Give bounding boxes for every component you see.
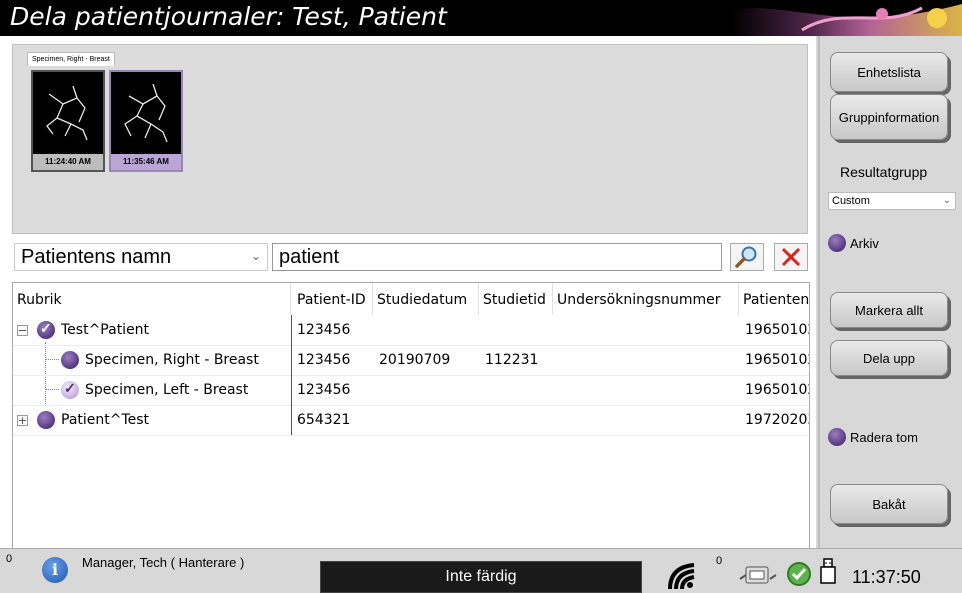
enhetslista-button[interactable]: Enhetslista xyxy=(830,52,948,92)
table-header: Rubrik Patient-ID Studiedatum Studietid … xyxy=(13,283,809,315)
window-title: Dela patientjournaler: Test, Patient xyxy=(10,2,447,31)
gruppinformation-button[interactable]: Gruppinformation xyxy=(830,94,948,140)
cell-patient-id: 123456 xyxy=(297,322,351,338)
clock: 11:37:50 xyxy=(852,567,921,587)
cell-patient-id: 123456 xyxy=(297,352,351,368)
radera-tom-label: Radera tom xyxy=(850,429,918,445)
title-decoration-image xyxy=(732,4,962,36)
thumbnail-time: 11:24:40 AM xyxy=(33,154,103,170)
specimen-xray-image xyxy=(46,85,88,141)
status-progress: Inte färdig xyxy=(320,561,642,593)
collapse-icon[interactable]: − xyxy=(17,325,28,336)
table-row[interactable]: Specimen, Left - Breast 123456 19650102 xyxy=(13,375,809,406)
patient-table: Rubrik Patient-ID Studiedatum Studietid … xyxy=(12,282,810,582)
cell-fodelsedatum: 19650102 xyxy=(745,382,810,398)
right-count: 0 xyxy=(716,555,723,567)
search-field-select-value: Patientens namn xyxy=(21,246,172,268)
selected-checkmark-icon[interactable] xyxy=(37,320,55,339)
clear-search-button[interactable] xyxy=(774,243,808,271)
cell-rubrik: Specimen, Left - Breast xyxy=(85,382,249,398)
current-user: Manager, Tech ( Hanterare ) xyxy=(82,555,245,570)
resultatgrupp-label: Resultatgrupp xyxy=(840,164,928,180)
column-divider xyxy=(291,315,292,435)
column-header-rubrik[interactable]: Rubrik xyxy=(13,283,291,315)
column-header-patientens[interactable]: Patientens xyxy=(739,283,809,315)
resultatgrupp-select[interactable]: Custom ⌄ xyxy=(828,192,956,210)
search-row: Patientens namn ⌄ xyxy=(14,243,810,273)
search-input[interactable] xyxy=(272,243,722,271)
specimen-xray-image xyxy=(124,83,168,143)
chevron-down-icon: ⌄ xyxy=(942,195,951,206)
bakat-button[interactable]: Bakåt xyxy=(830,484,948,524)
thumbnail-image-1[interactable]: 11:24:40 AM xyxy=(31,70,105,172)
column-header-studietid[interactable]: Studietid xyxy=(479,283,553,315)
status-bar: 0 i Manager, Tech ( Hanterare ) Inte fär… xyxy=(0,548,962,593)
usb-icon[interactable] xyxy=(818,557,838,587)
cell-fodelsedatum: 19720203 xyxy=(745,412,810,428)
table-row[interactable]: Specimen, Right - Breast 123456 20190709… xyxy=(13,345,809,376)
radio-circle-icon xyxy=(828,428,846,446)
column-header-studiedatum[interactable]: Studiedatum xyxy=(373,283,479,315)
cell-fodelsedatum: 19650102 xyxy=(745,322,810,338)
wireless-icon[interactable] xyxy=(664,559,704,591)
table-row[interactable]: − Test^Patient 123456 19650102 xyxy=(13,315,809,346)
column-header-patient-id[interactable]: Patient-ID xyxy=(291,283,373,315)
cell-fodelsedatum: 19650102 xyxy=(745,352,810,368)
unselected-circle-icon[interactable] xyxy=(61,351,79,369)
cell-patient-id: 654321 xyxy=(297,412,351,428)
search-field-select[interactable]: Patientens namn ⌄ xyxy=(14,243,268,271)
status-ok-icon[interactable] xyxy=(786,561,812,587)
info-icon[interactable]: i xyxy=(42,557,68,583)
title-bar: Dela patientjournaler: Test, Patient xyxy=(0,0,962,36)
unselected-circle-icon[interactable] xyxy=(37,411,55,429)
cell-patient-id: 123456 xyxy=(297,382,351,398)
thumbnail-strip: Specimen, Right - Breast 11:24:40 AM 11:… xyxy=(12,44,808,234)
thumbnail-time: 11:35:46 AM xyxy=(111,154,181,170)
cell-rubrik: Patient^Test xyxy=(61,412,150,428)
arkiv-toggle[interactable]: Arkiv xyxy=(828,234,879,252)
output-device-icon[interactable] xyxy=(736,559,780,589)
radera-tom-toggle[interactable]: Radera tom xyxy=(828,428,918,446)
cell-rubrik: Test^Patient xyxy=(61,322,150,338)
column-header-undersokningsnummer[interactable]: Undersökningsnummer xyxy=(553,283,739,315)
search-button[interactable] xyxy=(730,243,764,271)
left-count: 0 xyxy=(6,553,13,565)
thumbnail-tab[interactable]: Specimen, Right - Breast xyxy=(27,52,115,66)
cell-rubrik: Specimen, Right - Breast xyxy=(85,352,259,368)
cell-studiedatum: 20190709 xyxy=(379,352,451,368)
resultatgrupp-select-value: Custom xyxy=(832,195,870,207)
selected-checkmark-icon[interactable] xyxy=(61,380,79,399)
expand-icon[interactable]: + xyxy=(17,415,28,426)
markera-allt-button[interactable]: Markera allt xyxy=(830,292,948,328)
radio-circle-icon xyxy=(828,234,846,252)
main-panel: Specimen, Right - Breast 11:24:40 AM 11:… xyxy=(0,36,816,582)
table-row[interactable]: + Patient^Test 654321 19720203 xyxy=(13,405,809,436)
cell-studietid: 112231 xyxy=(485,352,539,368)
chevron-down-icon: ⌄ xyxy=(250,249,261,263)
thumbnail-image-2[interactable]: 11:35:46 AM xyxy=(109,70,183,172)
arkiv-label: Arkiv xyxy=(850,235,879,251)
dela-upp-button[interactable]: Dela upp xyxy=(830,340,948,376)
right-sidebar: Enhetslista Gruppinformation Resultatgru… xyxy=(818,36,962,548)
